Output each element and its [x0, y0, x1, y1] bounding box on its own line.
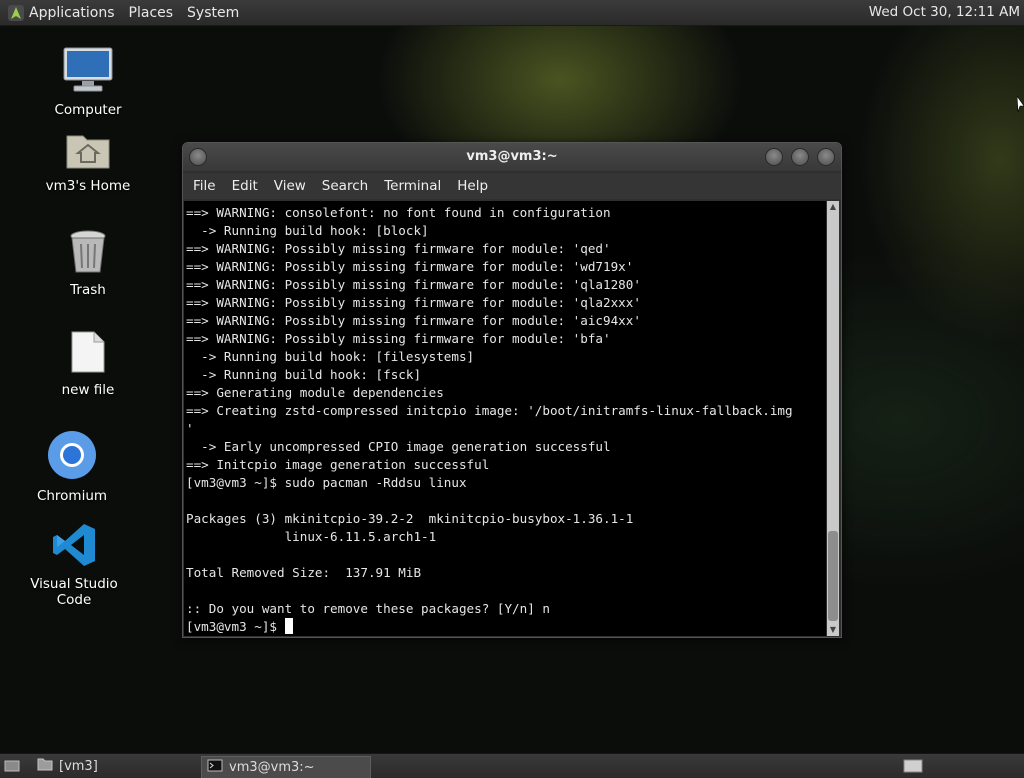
desktop-icon-label: Visual Studio Code	[30, 576, 118, 608]
menu-file[interactable]: File	[193, 178, 216, 194]
terminal-line: ==> Creating zstd-compressed initcpio im…	[186, 403, 793, 418]
desktop-icon-trash[interactable]: Trash	[28, 230, 148, 298]
menu-terminal[interactable]: Terminal	[384, 178, 441, 194]
terminal-line: ==> WARNING: Possibly missing firmware f…	[186, 295, 641, 310]
terminal-line: -> Running build hook: [fsck]	[201, 367, 422, 382]
computer-icon	[28, 46, 148, 98]
menu-applications[interactable]: Applications	[29, 5, 115, 21]
terminal-line: ==> Initcpio image generation successful	[186, 457, 490, 472]
menu-edit[interactable]: Edit	[232, 178, 258, 194]
distro-logo-icon[interactable]	[8, 4, 24, 21]
terminal-line: linux-6.11.5.arch1-1	[284, 529, 437, 544]
terminal-scrollbar[interactable]: ▲ ▼	[827, 201, 839, 636]
text-cursor	[284, 618, 293, 634]
menu-search[interactable]: Search	[322, 178, 368, 194]
trash-icon	[28, 230, 148, 278]
terminal-lines: ==> WARNING: consolefont: no font found …	[186, 205, 793, 616]
vscode-icon	[14, 522, 134, 572]
desktop-icon-chromium[interactable]: Chromium	[12, 430, 132, 504]
chromium-icon	[12, 430, 132, 484]
taskbar-item-label: [vm3]	[59, 759, 98, 774]
home-folder-icon	[28, 130, 148, 174]
desktop-icon-computer[interactable]: Computer	[28, 46, 148, 118]
menu-help[interactable]: Help	[457, 178, 488, 194]
menu-places[interactable]: Places	[129, 5, 174, 21]
terminal-line: :: Do you want to remove these packages?…	[186, 601, 550, 616]
terminal-window[interactable]: vm3@vm3:~ File Edit View Search Terminal…	[182, 142, 842, 638]
maximize-icon[interactable]	[791, 148, 809, 166]
desktop-icon-label: vm3's Home	[45, 178, 131, 194]
close-icon[interactable]	[817, 148, 835, 166]
scrollbar-thumb[interactable]	[828, 531, 838, 621]
terminal-line: -> Early uncompressed CPIO image generat…	[201, 439, 611, 454]
desktop-icon-home[interactable]: vm3's Home	[28, 130, 148, 194]
scroll-down-icon[interactable]: ▼	[827, 624, 839, 636]
minimize-icon[interactable]	[765, 148, 783, 166]
terminal-line: [vm3@vm3 ~]$ sudo pacman -Rddsu linux	[186, 475, 467, 490]
top-panel: Applications Places System Wed Oct 30, 1…	[0, 0, 1024, 26]
taskbar-item-label: vm3@vm3:~	[229, 760, 315, 775]
desktop-icon-new-file[interactable]: new file	[28, 330, 148, 398]
terminal-line: ==> Generating module dependencies	[186, 385, 444, 400]
terminal-icon	[207, 759, 223, 776]
desktop-icon-vscode[interactable]: Visual Studio Code	[14, 522, 134, 608]
taskbar-item-files[interactable]: [vm3]	[32, 756, 196, 777]
terminal-line: ==> WARNING: Possibly missing firmware f…	[186, 241, 611, 256]
terminal-line: -> Running build hook: [block]	[201, 223, 429, 238]
desktop-icon-label: new file	[61, 382, 115, 398]
terminal-line: ==> WARNING: Possibly missing firmware f…	[186, 259, 634, 274]
scroll-up-icon[interactable]: ▲	[827, 201, 839, 213]
shell-prompt: [vm3@vm3 ~]$	[186, 619, 285, 634]
menu-system[interactable]: System	[187, 5, 239, 21]
bottom-panel: [vm3] vm3@vm3:~	[0, 753, 1024, 778]
terminal-line: ==> WARNING: consolefont: no font found …	[186, 205, 611, 220]
window-titlebar[interactable]: vm3@vm3:~	[183, 143, 841, 171]
terminal-text: ==> WARNING: consolefont: no font found …	[184, 201, 826, 636]
terminal-line: ==> WARNING: Possibly missing firmware f…	[186, 331, 611, 346]
file-icon	[28, 330, 148, 378]
terminal-output[interactable]: ==> WARNING: consolefont: no font found …	[184, 201, 826, 636]
window-title: vm3@vm3:~	[466, 149, 558, 164]
show-desktop-icon[interactable]	[4, 759, 20, 777]
terminal-line: ==> WARNING: Possibly missing firmware f…	[186, 313, 641, 328]
clock[interactable]: Wed Oct 30, 12:11 AM	[869, 4, 1020, 20]
terminal-line: Total Removed Size: 137.91 MiB	[186, 565, 422, 580]
desktop-icon-label: Chromium	[36, 488, 108, 504]
desktop-icon-label: Computer	[54, 102, 122, 118]
folder-icon	[37, 758, 53, 775]
terminal-line: Packages (3) mkinitcpio-39.2-2 mkinitcpi…	[186, 511, 634, 526]
taskbar-item-terminal[interactable]: vm3@vm3:~	[201, 756, 371, 778]
workspace-switcher-icon[interactable]	[903, 759, 923, 777]
terminal-menubar: File Edit View Search Terminal Help	[183, 173, 841, 199]
terminal-line: -> Running build hook: [filesystems]	[201, 349, 475, 364]
desktop-icon-label: Trash	[70, 282, 106, 298]
menu-view[interactable]: View	[274, 178, 306, 194]
terminal-line: ==> WARNING: Possibly missing firmware f…	[186, 277, 641, 292]
window-menu-icon[interactable]	[189, 148, 207, 166]
terminal-line: '	[186, 421, 194, 436]
mouse-pointer-icon	[1016, 94, 1024, 116]
